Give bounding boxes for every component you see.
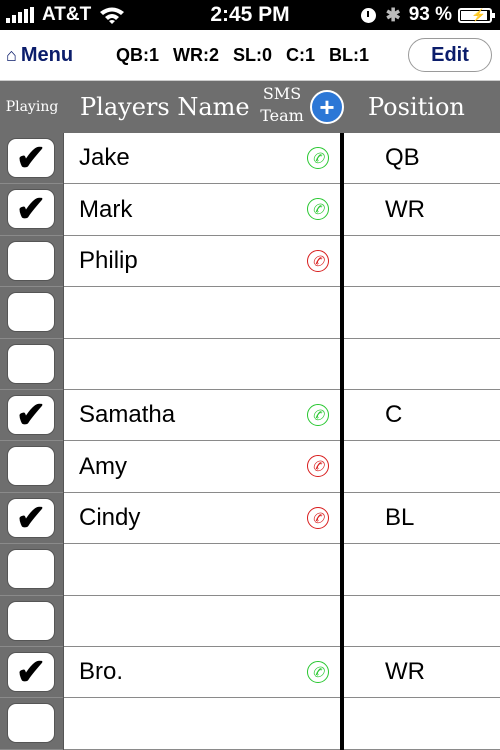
edit-button[interactable]: Edit [408, 38, 492, 72]
playing-checkbox[interactable] [7, 600, 55, 641]
playing-cell [0, 235, 64, 287]
table-row[interactable] [0, 338, 500, 390]
players-table: ✔ Bro. ✆ WR ✔ Cindy ✆ BL Amy ✆ ✔ Samatha ✆ C Philip ✆ ✔ M… [0, 133, 500, 750]
table-row[interactable]: Amy ✆ [0, 441, 500, 493]
player-name: Jake [79, 144, 130, 172]
player-name: Cindy [79, 503, 141, 531]
sms-phone-icon[interactable]: ✆ [307, 147, 329, 169]
sms-phone-icon[interactable]: ✆ [307, 249, 329, 272]
sms-phone-icon[interactable]: ✆ [307, 198, 329, 221]
table-row[interactable]: ✔ Samatha ✆ C [0, 390, 500, 442]
count-c: C:1 [286, 44, 316, 65]
status-bar: AT&T 2:45 PM ✱ 93 % ⚡ [0, 0, 500, 30]
sms-phone-icon[interactable]: ✆ [307, 506, 329, 529]
table-row[interactable] [0, 287, 500, 339]
battery-icon: ⚡ [458, 7, 495, 23]
sms-phone-icon[interactable]: ✆ [307, 661, 329, 683]
header-position: Position [368, 93, 465, 121]
playing-cell: ✔ [0, 133, 64, 184]
playing-cell [0, 698, 64, 749]
position-divider [340, 133, 344, 750]
charging-icon: ⚡ [471, 7, 486, 22]
rotation-lock-icon [360, 7, 376, 23]
playing-checkbox[interactable]: ✔ [7, 652, 55, 692]
playing-cell: ✔ [0, 647, 64, 698]
checkmark-icon: ✔ [15, 188, 47, 230]
playing-checkbox[interactable] [7, 343, 55, 384]
playing-checkbox[interactable] [7, 549, 55, 590]
player-name: Philip [79, 246, 138, 274]
column-separator [63, 133, 64, 750]
table-row[interactable]: ✔ Mark ✆ WR [0, 184, 500, 236]
player-position: BL [385, 503, 415, 531]
table-row[interactable]: ✔ Cindy ✆ BL [0, 492, 500, 545]
player-name: Mark [79, 195, 133, 223]
playing-checkbox[interactable]: ✔ [7, 496, 55, 538]
playing-cell: ✔ [0, 390, 64, 441]
player-name: Samatha [79, 401, 176, 429]
player-position: C [385, 401, 403, 429]
header-sms-line2: Team [260, 106, 304, 125]
sms-phone-icon[interactable]: ✆ [307, 404, 329, 426]
playing-checkbox[interactable]: ✔ [7, 188, 55, 230]
playing-cell: ✔ [0, 184, 64, 235]
playing-checkbox[interactable] [7, 446, 55, 487]
count-bl: BL:1 [329, 44, 370, 65]
checkmark-icon: ✔ [15, 651, 47, 692]
player-name: Amy [79, 452, 127, 480]
battery-percent: 93 % [408, 4, 452, 25]
playing-cell [0, 595, 64, 646]
position-counts: QB:1 WR:2 SL:0 C:1 BL:1 [116, 30, 383, 80]
count-qb: QB:1 [116, 44, 160, 65]
count-wr: WR:2 [173, 44, 220, 65]
playing-cell [0, 544, 64, 595]
bluetooth-icon: ✱ [385, 4, 401, 25]
playing-cell [0, 338, 64, 389]
add-player-button[interactable]: + [310, 90, 344, 124]
player-name: Bro. [79, 658, 124, 686]
header-sms-line1: SMS [262, 84, 302, 103]
playing-checkbox[interactable] [7, 240, 55, 281]
table-header: Playing Players Name SMS Team Position [0, 81, 500, 133]
header-playing: Playing [5, 99, 59, 115]
table-row[interactable]: ✔ Bro. ✆ WR [0, 647, 500, 699]
checkmark-icon: ✔ [15, 394, 47, 435]
playing-checkbox[interactable] [7, 703, 55, 744]
player-position: WR [385, 658, 425, 686]
table-row[interactable] [0, 595, 500, 647]
playing-checkbox[interactable]: ✔ [7, 395, 55, 435]
playing-cell: ✔ [0, 492, 64, 544]
menu-button[interactable]: ⌂ Menu [6, 30, 73, 80]
playing-cell [0, 441, 64, 492]
count-sl: SL:0 [233, 44, 273, 65]
table-row[interactable]: Philip ✆ [0, 235, 500, 288]
menu-label: Menu [20, 43, 74, 66]
checkmark-icon: ✔ [15, 496, 47, 538]
nav-bar: ⌂ Menu QB:1 WR:2 SL:0 C:1 BL:1 Edit [0, 30, 500, 81]
sms-phone-icon[interactable]: ✆ [307, 455, 329, 478]
playing-cell [0, 287, 64, 338]
header-sms-team: SMS Team [256, 83, 308, 127]
table-row[interactable] [0, 544, 500, 596]
playing-checkbox[interactable]: ✔ [7, 138, 55, 178]
status-right: ✱ 93 % ⚡ [360, 0, 495, 30]
playing-checkbox[interactable] [7, 292, 55, 333]
player-position: WR [385, 195, 425, 223]
checkmark-icon: ✔ [15, 137, 47, 178]
table-row[interactable]: ✔ Jake ✆ QB [0, 133, 500, 185]
header-players-name: Players Name [80, 93, 250, 121]
player-position: QB [385, 144, 420, 172]
home-icon: ⌂ [6, 44, 17, 65]
table-row[interactable] [0, 698, 500, 750]
